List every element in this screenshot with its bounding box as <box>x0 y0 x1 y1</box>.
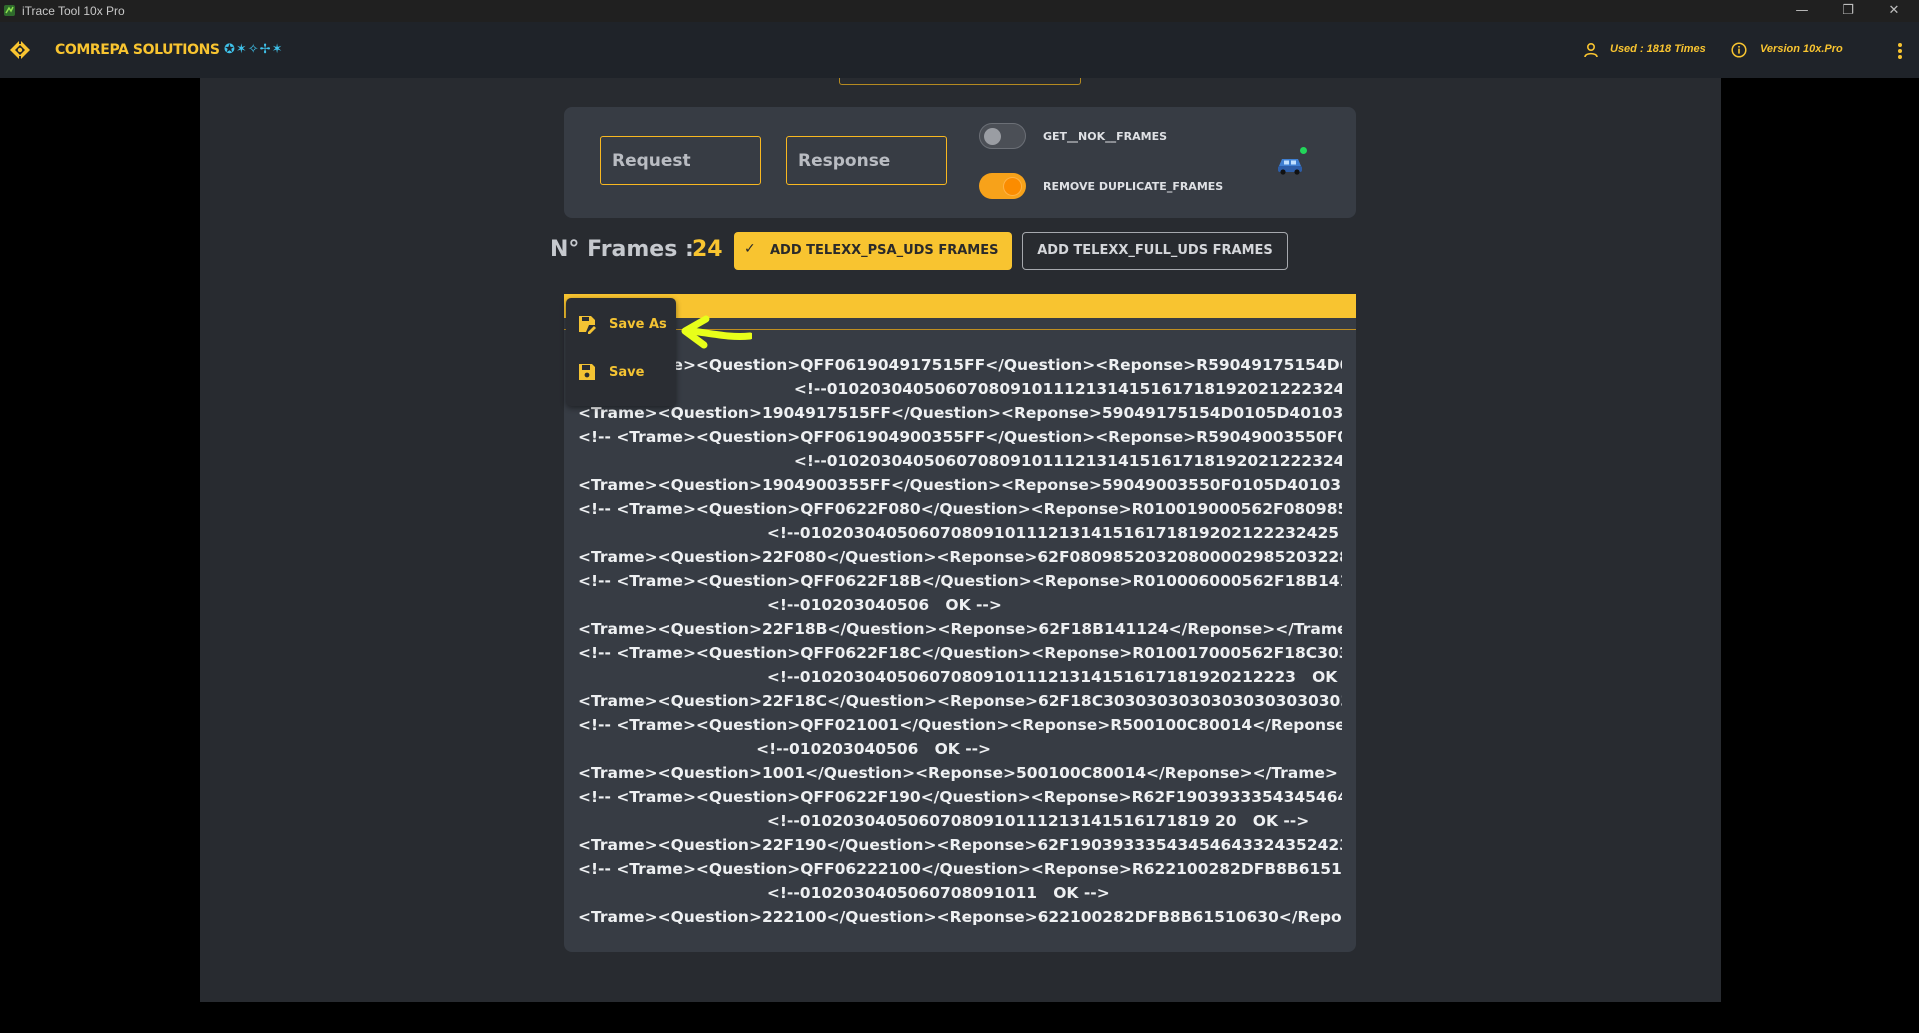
code-line: <!-- <Trame><Question>QFF0622F18B</Quest… <box>578 572 1342 590</box>
window-title: iTrace Tool 10x Pro <box>22 4 125 18</box>
toggle-duplicates-label: REMOVE DUPLICATE_FRAMES <box>1043 180 1224 193</box>
close-button[interactable]: ✕ <box>1872 0 1916 22</box>
brand-stars: ✪✶✧✢✶ <box>224 42 284 57</box>
code-line: <Trame><Question>22F190</Question><Repon… <box>578 836 1342 854</box>
code-line: <!--010203040506070809101112131415161718… <box>578 452 1342 470</box>
collapsed-section-edge <box>839 78 1081 85</box>
usage-count: Used : 1818 Times <box>1610 43 1706 55</box>
maximize-button[interactable]: ❐ <box>1826 0 1870 22</box>
online-status-dot <box>1300 147 1307 154</box>
toggle-nok-label: GET__NOK__FRAMES <box>1043 130 1168 143</box>
toggle-remove-duplicates[interactable] <box>979 173 1026 199</box>
response-field[interactable]: Response <box>786 136 947 185</box>
save-dropdown-menu: Save As Save <box>566 298 676 406</box>
window-titlebar: iTrace Tool 10x Pro — ❐ ✕ <box>0 0 1919 22</box>
code-line: <!--0102030405060708091011 OK --> <box>578 884 1110 902</box>
version-label: Version 10x.Pro <box>1760 43 1843 55</box>
code-line: <Trame><Question>1904917515FF</Question>… <box>578 404 1342 422</box>
code-line: <Trame><Question>22F18B</Question><Repon… <box>578 620 1342 638</box>
code-line: <!-- <Trame><Question>QFF06222100</Quest… <box>578 860 1342 878</box>
code-line: <!-- <Trame><Question>QFF0622F18C</Quest… <box>578 644 1342 662</box>
toggle-knob <box>984 128 1001 145</box>
app-icon <box>4 5 15 16</box>
check-icon: ✓ <box>744 241 756 257</box>
code-line: <!-- <Trame><Question>QFF021001</Questio… <box>578 716 1342 734</box>
app-header: COMREPA SOLUTIONS ✪✶✧✢✶ Used : 1818 Time… <box>0 22 1919 78</box>
frames-label: N° Frames : <box>550 237 694 262</box>
kebab-menu-icon[interactable] <box>1892 40 1908 62</box>
floppy-disk-icon <box>579 364 595 380</box>
code-line: <!--010203040506070809101112131415161718… <box>578 812 1310 830</box>
toggle-knob <box>1004 178 1021 195</box>
menu-item-save[interactable]: Save <box>566 350 676 394</box>
menu-item-save-as-label: Save As <box>609 317 667 332</box>
code-line: <Trame><Question>222100</Question><Repon… <box>578 908 1342 926</box>
code-line: <!--010203040506 OK --> <box>578 740 992 758</box>
code-line: <!--010203040506070809101112131415161718… <box>578 524 1342 542</box>
user-icon <box>1584 42 1598 58</box>
menu-item-save-label: Save <box>609 365 645 380</box>
code-line: <!-- <Trame><Question>QFF061904900355FF<… <box>578 428 1342 446</box>
code-line: <!--010203040506 OK --> <box>578 596 1002 614</box>
code-line: <!-- <Trame><Question>QFF0622F080</Quest… <box>578 500 1342 518</box>
add-full-uds-frames-button[interactable]: ADD TELEXX_FULL_UDS FRAMES <box>1022 232 1288 270</box>
frames-count: 24 <box>692 237 723 262</box>
code-line: <Trame><Question>1904900355FF</Question>… <box>578 476 1342 494</box>
add-psa-uds-frames-button[interactable]: ✓ ADD TELEXX_PSA_UDS FRAMES <box>734 232 1012 270</box>
code-line: <!-- <Trame><Question>QFF061904917515FF<… <box>578 356 1342 374</box>
info-icon <box>1731 42 1747 58</box>
request-field[interactable]: Request <box>600 136 761 185</box>
pointer-arrow-icon <box>681 315 752 349</box>
menu-item-save-as[interactable]: Save As <box>566 302 676 346</box>
frames-code-text[interactable]: <!-- <Trame><Question>QFF061904917515FF<… <box>578 356 1342 936</box>
code-line: <!-- <Trame><Question>QFF0622F190</Quest… <box>578 788 1342 806</box>
save-as-icon <box>579 316 596 334</box>
code-line: <Trame><Question>1001</Question><Reponse… <box>578 764 1338 782</box>
code-line: <Trame><Question>22F18C</Question><Repon… <box>578 692 1342 710</box>
brand-name: COMREPA SOLUTIONS <box>55 42 220 58</box>
code-line: <!--010203040506070809101112131415161718… <box>578 668 1342 686</box>
code-line: <Trame><Question>22F080</Question><Repon… <box>578 548 1342 566</box>
toggle-nok-frames[interactable] <box>979 123 1026 149</box>
add-psa-uds-frames-label: ADD TELEXX_PSA_UDS FRAMES <box>770 243 999 258</box>
comrepa-logo-icon <box>10 40 30 60</box>
code-line: <!--010203040506070809101112131415161718… <box>578 380 1342 398</box>
minimize-button[interactable]: — <box>1780 0 1824 22</box>
